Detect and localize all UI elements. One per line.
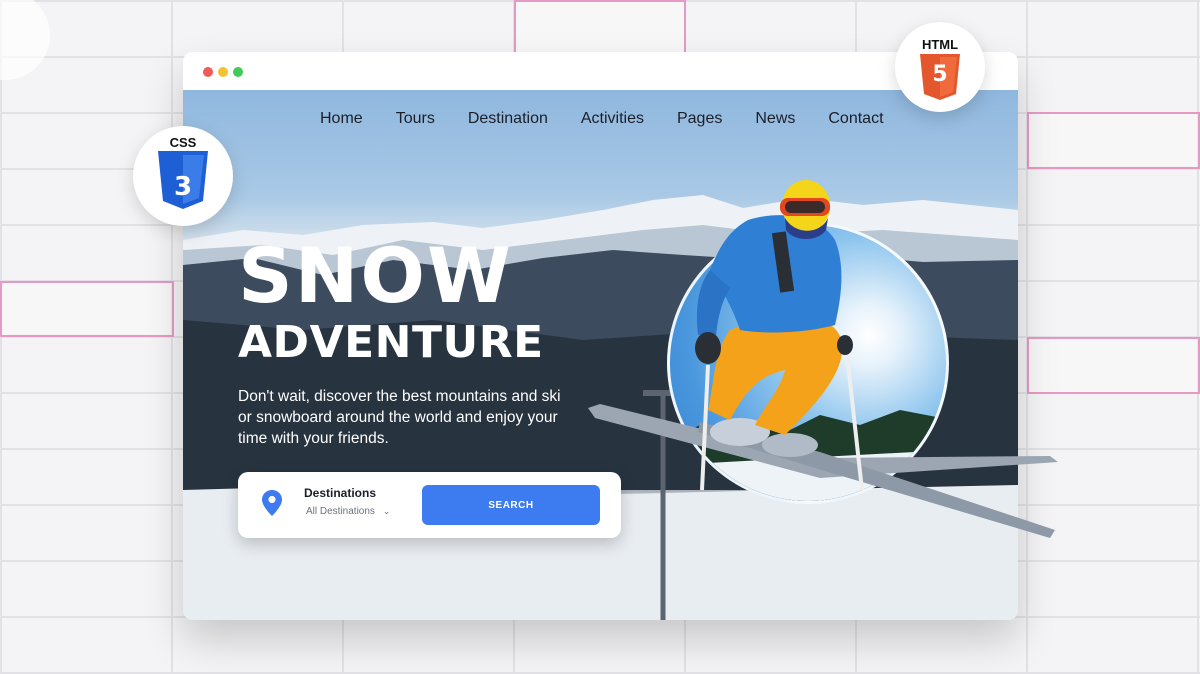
hero-subtitle: Don't wait, discover the best mountains … (238, 388, 561, 447)
destinations-value: All Destinations (306, 506, 375, 517)
nav-home[interactable]: Home (320, 110, 363, 128)
nav-contact[interactable]: Contact (828, 110, 883, 128)
minimize-window-dot[interactable] (218, 67, 228, 77)
search-button[interactable]: SEARCH (422, 485, 600, 525)
destinations-select[interactable]: All Destinations ⌄ (306, 506, 390, 517)
nav-tours[interactable]: Tours (396, 110, 435, 128)
decorative-box (514, 0, 686, 54)
css-label: CSS (169, 135, 197, 150)
html-version: 5 (932, 62, 948, 87)
nav-destination[interactable]: Destination (468, 110, 548, 128)
decorative-box (0, 281, 174, 337)
skier-illustration (580, 160, 1060, 550)
nav-news[interactable]: News (755, 110, 795, 128)
html5-badge: HTML 5 (895, 22, 985, 112)
chevron-down-icon: ⌄ (382, 506, 391, 516)
search-card: Destinations All Destinations ⌄ SEARCH (238, 472, 621, 538)
maximize-window-dot[interactable] (233, 67, 243, 77)
hero-title-secondary: ADVENTURE (238, 317, 544, 368)
destinations-label: Destinations (304, 486, 377, 500)
css3-badge: CSS 3 (133, 126, 233, 226)
nav-activities[interactable]: Activities (581, 110, 644, 128)
hero-title: SNOW (238, 231, 513, 320)
browser-titlebar (183, 52, 1018, 90)
nav-pages[interactable]: Pages (677, 110, 722, 128)
html-label: HTML (921, 37, 959, 52)
location-pin-icon (262, 490, 282, 516)
css-version: 3 (173, 172, 193, 202)
main-navigation: Home Tours Destination Activities Pages … (320, 110, 917, 128)
close-window-dot[interactable] (203, 67, 213, 77)
